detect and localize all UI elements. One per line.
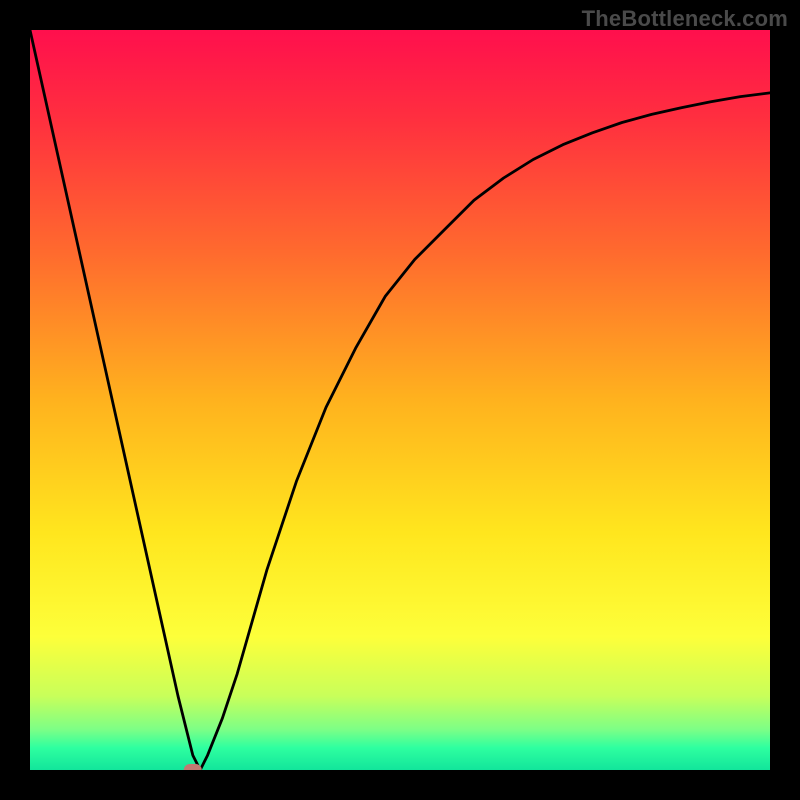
chart-svg: [30, 30, 770, 770]
gradient-background: [30, 30, 770, 770]
plot-area: [30, 30, 770, 770]
watermark-text: TheBottleneck.com: [582, 6, 788, 32]
chart-frame: TheBottleneck.com: [0, 0, 800, 800]
